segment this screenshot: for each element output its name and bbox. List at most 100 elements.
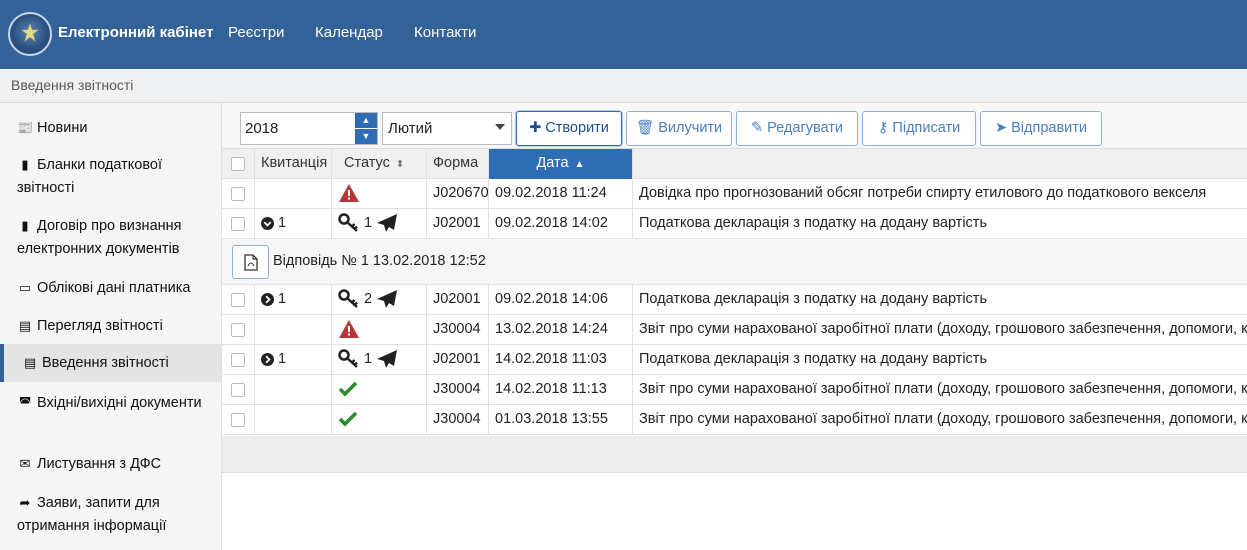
inbox-icon: ◚ [18,395,32,410]
id-card-icon: ▭ [18,280,32,295]
key-icon: ⚷ [877,120,889,136]
receipt-cell [255,375,332,405]
reply-text[interactable]: Відповідь № 1 13.02.2018 12:52 [273,253,486,269]
receipt-cell [255,315,332,345]
table-row[interactable]: J020670 09.02.2018 11:24 Довідка про про… [222,179,1247,209]
sign-label: Підписати [892,120,961,136]
description-cell: Податкова декларація з податку на додану… [639,291,987,307]
sidebar-item-label: Заяви, запити для отримання інформації [17,495,167,534]
paper-plane-icon: ➤ [994,120,1008,136]
table-row[interactable]: J30004 01.03.2018 13:55 Звіт про суми на… [222,405,1247,435]
receipt-cell[interactable]: 1 [255,209,332,239]
table-row[interactable]: J30004 13.02.2018 14:24 Звіт про суми на… [222,315,1247,345]
sidebar-item-account-data[interactable]: ▭ Облікові дані платника [0,276,221,300]
reply-row: Відповідь № 1 13.02.2018 12:52 [222,239,1247,285]
header-receipt[interactable]: Квитанція [255,149,332,179]
sidebar-item-requests[interactable]: ➦ Заяви, запити для отримання інформації [0,491,221,537]
share-icon: ➦ [19,495,31,510]
sidebar-item-enter-reports[interactable]: ▤ Введення звітності [0,344,221,382]
chevron-down-circle-icon[interactable] [261,216,274,230]
year-spinner[interactable]: 2018 ▲ ▼ [240,112,378,145]
status-cell [332,179,427,209]
spin-down-icon[interactable]: ▼ [355,129,377,144]
nav-contacts[interactable]: Контакти [414,24,476,41]
sidebar-item-forms[interactable]: ▮ Бланки податкової звітності [0,153,221,199]
sign-button[interactable]: ⚷ Підписати [862,111,976,146]
send-label: Відправити [1011,120,1088,136]
edit-icon: ✎ [750,120,764,136]
delete-label: Вилучити [658,120,723,136]
row-checkbox-cell [222,209,255,239]
send-button[interactable]: ➤ Відправити [980,111,1102,146]
sidebar-item-label: Перегляд звітності [37,318,163,334]
date-cell: 01.03.2018 13:55 [489,405,633,435]
sidebar-item-correspondence[interactable]: ✉ Листування з ДФС [0,452,221,476]
sidebar-item-label: Договір про визнання електронних докумен… [17,218,182,257]
sidebar-item-label: Бланки податкової звітності [17,157,163,196]
row-checkbox[interactable] [231,217,245,231]
header-description [633,149,1247,179]
date-cell: 14.02.2018 11:13 [489,375,633,405]
row-checkbox[interactable] [231,323,245,337]
paper-plane-icon [377,290,398,309]
row-checkbox-cell [222,285,255,315]
table-row[interactable]: 1 2 J02001 09.02.2018 14:06 Податкова де… [222,285,1247,315]
form-cell: J020670 [427,179,489,209]
date-cell: 14.02.2018 11:03 [489,345,633,375]
pdf-icon [244,254,258,271]
pdf-button[interactable] [232,245,269,279]
edit-button[interactable]: ✎ Редагувати [736,111,858,146]
form-cell: J02001 [427,285,489,315]
table-row[interactable]: 1 1 J02001 09.02.2018 14:02 Податкова де… [222,209,1247,239]
sidebar: 📰 Новини ▮ Бланки податкової звітності ▮ До… [0,103,222,550]
sidebar-item-agreement[interactable]: ▮ Договір про визнання електронних докуме… [0,214,221,260]
check-icon [338,411,358,427]
select-all-checkbox[interactable] [231,157,245,171]
sort-icon: ⬍ [395,159,405,170]
receipt-cell[interactable]: 1 [255,285,332,315]
receipt-count: 1 [278,351,287,367]
header-form[interactable]: Форма [427,149,489,179]
envelope-icon: ✉ [19,456,31,471]
row-checkbox[interactable] [231,383,245,397]
chevron-right-circle-icon[interactable] [261,352,274,366]
nav-calendar[interactable]: Календар [315,24,383,41]
receipt-count: 1 [278,215,287,231]
key-icon [338,349,358,369]
table-row[interactable]: J30004 14.02.2018 11:13 Звіт про суми на… [222,375,1247,405]
sidebar-item-view-reports[interactable]: ▤ Перегляд звітності [0,314,221,338]
chevron-down-icon [495,124,505,130]
sidebar-item-label: Новини [37,120,88,136]
header-status[interactable]: Статус ⬍ [332,149,427,179]
create-label: Створити [545,120,609,136]
row-checkbox[interactable] [231,413,245,427]
table-row[interactable]: 1 1 J02001 14.02.2018 11:03 Податкова де… [222,345,1247,375]
delete-button[interactable]: 🗑 Вилучити [626,111,732,146]
sidebar-item-in-out-docs[interactable]: ◚ Вхідні/вихідні документи [0,391,221,437]
form-icon: ▤ [23,355,37,370]
form-cell: J30004 [427,315,489,345]
row-checkbox[interactable] [231,293,245,307]
description-cell: Звіт про суми нарахованої заробітної пла… [639,411,1247,427]
row-checkbox[interactable] [231,187,245,201]
sidebar-item-news[interactable]: 📰 Новини [0,116,221,140]
sidebar-item-label: Вхідні/вихідні документи [37,395,202,411]
sign-count: 1 [364,351,373,367]
month-select[interactable]: Лютий [382,112,512,145]
header-date[interactable]: Дата ▲ [489,149,633,179]
date-cell: 09.02.2018 14:02 [489,209,633,239]
status-cell [332,405,427,435]
create-button[interactable]: ✚ Створити [516,111,622,146]
app-brand[interactable]: Електронний кабінет [58,24,213,41]
nav-registries[interactable]: Реєстри [228,24,284,41]
receipt-cell[interactable]: 1 [255,345,332,375]
row-checkbox-cell [222,345,255,375]
spin-up-icon[interactable]: ▲ [355,113,377,128]
receipt-count: 1 [278,291,287,307]
status-cell [332,315,427,345]
chevron-right-circle-icon[interactable] [261,292,274,306]
row-checkbox[interactable] [231,353,245,367]
document-icon: ▮ [21,157,29,172]
key-icon [338,213,358,233]
logo-icon[interactable] [8,12,52,56]
